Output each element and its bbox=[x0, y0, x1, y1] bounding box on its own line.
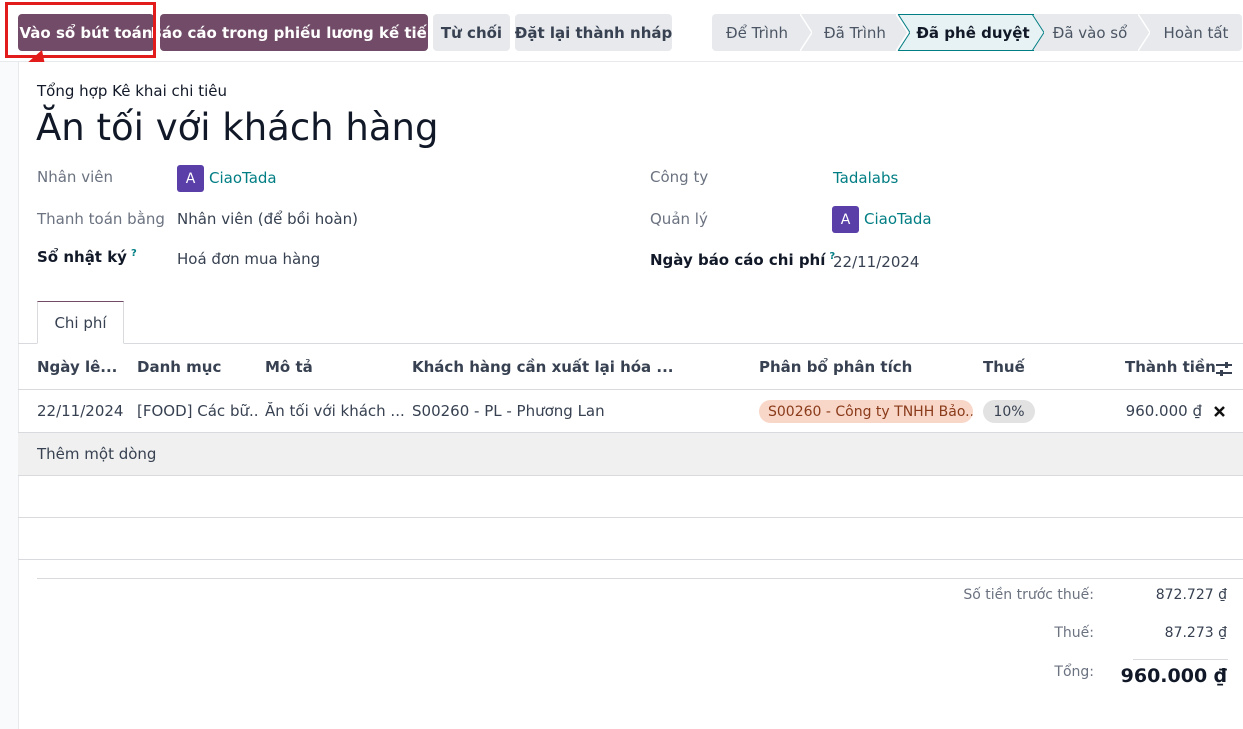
chevron-right-icon bbox=[896, 14, 908, 51]
form-subtitle: Tổng hợp Kê khai chi tiêu bbox=[37, 82, 227, 100]
add-line-link[interactable]: Thêm một dòng bbox=[37, 445, 156, 463]
empty-row bbox=[18, 518, 1243, 560]
manager-value[interactable]: CiaoTada bbox=[864, 210, 932, 228]
report-date-field[interactable]: 22/11/2024 bbox=[833, 253, 919, 271]
journal-label-text: Sổ nhật ký bbox=[37, 248, 127, 266]
journal-field[interactable]: Hoá đơn mua hàng bbox=[177, 250, 320, 268]
tax-tag[interactable]: 10% bbox=[983, 400, 1035, 423]
cell-category: [FOOD] Các bữ... bbox=[137, 402, 259, 420]
cell-date: 22/11/2024 bbox=[37, 402, 124, 420]
totals-divider bbox=[37, 578, 1243, 579]
stage-to-submit[interactable]: Để Trình bbox=[712, 14, 812, 51]
report-date-label-text: Ngày báo cáo chi phí bbox=[650, 251, 826, 269]
employee-value[interactable]: CiaoTada bbox=[209, 169, 277, 187]
company-label: Công ty bbox=[650, 168, 709, 186]
tab-expenses[interactable]: Chi phí bbox=[37, 301, 124, 344]
tax-value: 87.273 ₫ bbox=[1164, 625, 1227, 641]
column-settings-icon[interactable] bbox=[1215, 361, 1233, 377]
col-description[interactable]: Mô tả bbox=[265, 358, 313, 376]
col-customer[interactable]: Khách hàng cần xuất lại hóa ... bbox=[412, 358, 674, 376]
employee-label: Nhân viên bbox=[37, 168, 113, 186]
page-title[interactable]: Ăn tối với khách hàng bbox=[36, 106, 438, 149]
total-label: Tổng: bbox=[1054, 664, 1094, 680]
status-bar: Để Trình Đã Trình Đã phê duyệt Đã vào sổ… bbox=[712, 14, 1242, 51]
chevron-right-icon bbox=[800, 14, 812, 51]
col-analytic[interactable]: Phân bổ phân tích bbox=[759, 358, 912, 376]
report-next-payslip-button[interactable]: Báo cáo trong phiếu lương kế tiếp bbox=[150, 14, 438, 51]
manager-label: Quản lý bbox=[650, 210, 708, 228]
reset-to-draft-button[interactable]: Đặt lại thành nháp bbox=[515, 14, 672, 51]
untaxed-label: Số tiền trước thuế: bbox=[963, 587, 1094, 603]
chevron-right-icon bbox=[1032, 14, 1044, 51]
cell-total: 960.000 ₫ bbox=[1125, 402, 1202, 420]
table-header: Ngày lê... Danh mục Mô tả Khách hàng cần… bbox=[18, 345, 1243, 390]
col-category[interactable]: Danh mục bbox=[137, 358, 221, 376]
stage-approved[interactable]: Đã phê duyệt bbox=[898, 14, 1044, 51]
add-line-row: Thêm một dòng bbox=[18, 433, 1243, 476]
cell-customer: S00260 - PL - Phương Lan bbox=[412, 402, 605, 420]
control-panel: Vào sổ bút toán Báo cáo trong phiếu lươn… bbox=[0, 0, 1243, 62]
stage-done[interactable]: Hoàn tất bbox=[1140, 14, 1242, 51]
sheet-margin bbox=[0, 62, 18, 729]
chevron-right-icon bbox=[1138, 14, 1150, 51]
paid-by-label: Thanh toán bằng bbox=[37, 210, 165, 228]
journal-label: Sổ nhật ký? bbox=[37, 248, 137, 266]
total-value: 960.000 ₫ bbox=[1120, 665, 1227, 687]
col-tax[interactable]: Thuế bbox=[983, 358, 1025, 376]
col-date[interactable]: Ngày lê... bbox=[37, 358, 117, 376]
total-separator bbox=[1133, 659, 1228, 660]
tax-label: Thuế: bbox=[1054, 625, 1094, 641]
tab-divider bbox=[18, 343, 1243, 344]
stage-submitted[interactable]: Đã Trình bbox=[802, 14, 908, 51]
empty-row bbox=[18, 476, 1243, 518]
manager-field[interactable]: A CiaoTada bbox=[832, 206, 932, 233]
col-total[interactable]: Thành tiền bbox=[1125, 358, 1216, 376]
cell-description: Ăn tối với khách ... bbox=[265, 402, 405, 420]
avatar: A bbox=[832, 206, 859, 233]
employee-field[interactable]: A CiaoTada bbox=[177, 165, 277, 192]
avatar: A bbox=[177, 165, 204, 192]
company-field[interactable]: Tadalabs bbox=[833, 169, 898, 187]
untaxed-value: 872.727 ₫ bbox=[1155, 587, 1227, 603]
refuse-button[interactable]: Từ chối bbox=[433, 14, 510, 51]
stage-posted[interactable]: Đã vào sổ bbox=[1034, 14, 1150, 51]
table-row[interactable]: 22/11/2024 [FOOD] Các bữ... Ăn tối với k… bbox=[18, 390, 1243, 433]
paid-by-field[interactable]: Nhân viên (để bồi hoàn) bbox=[177, 210, 358, 228]
delete-row-icon[interactable] bbox=[1214, 406, 1225, 417]
help-icon[interactable]: ? bbox=[131, 248, 137, 259]
report-date-label: Ngày báo cáo chi phí? bbox=[650, 251, 835, 269]
analytic-tag[interactable]: S00260 - Công ty TNHH Bảo... bbox=[759, 400, 973, 423]
